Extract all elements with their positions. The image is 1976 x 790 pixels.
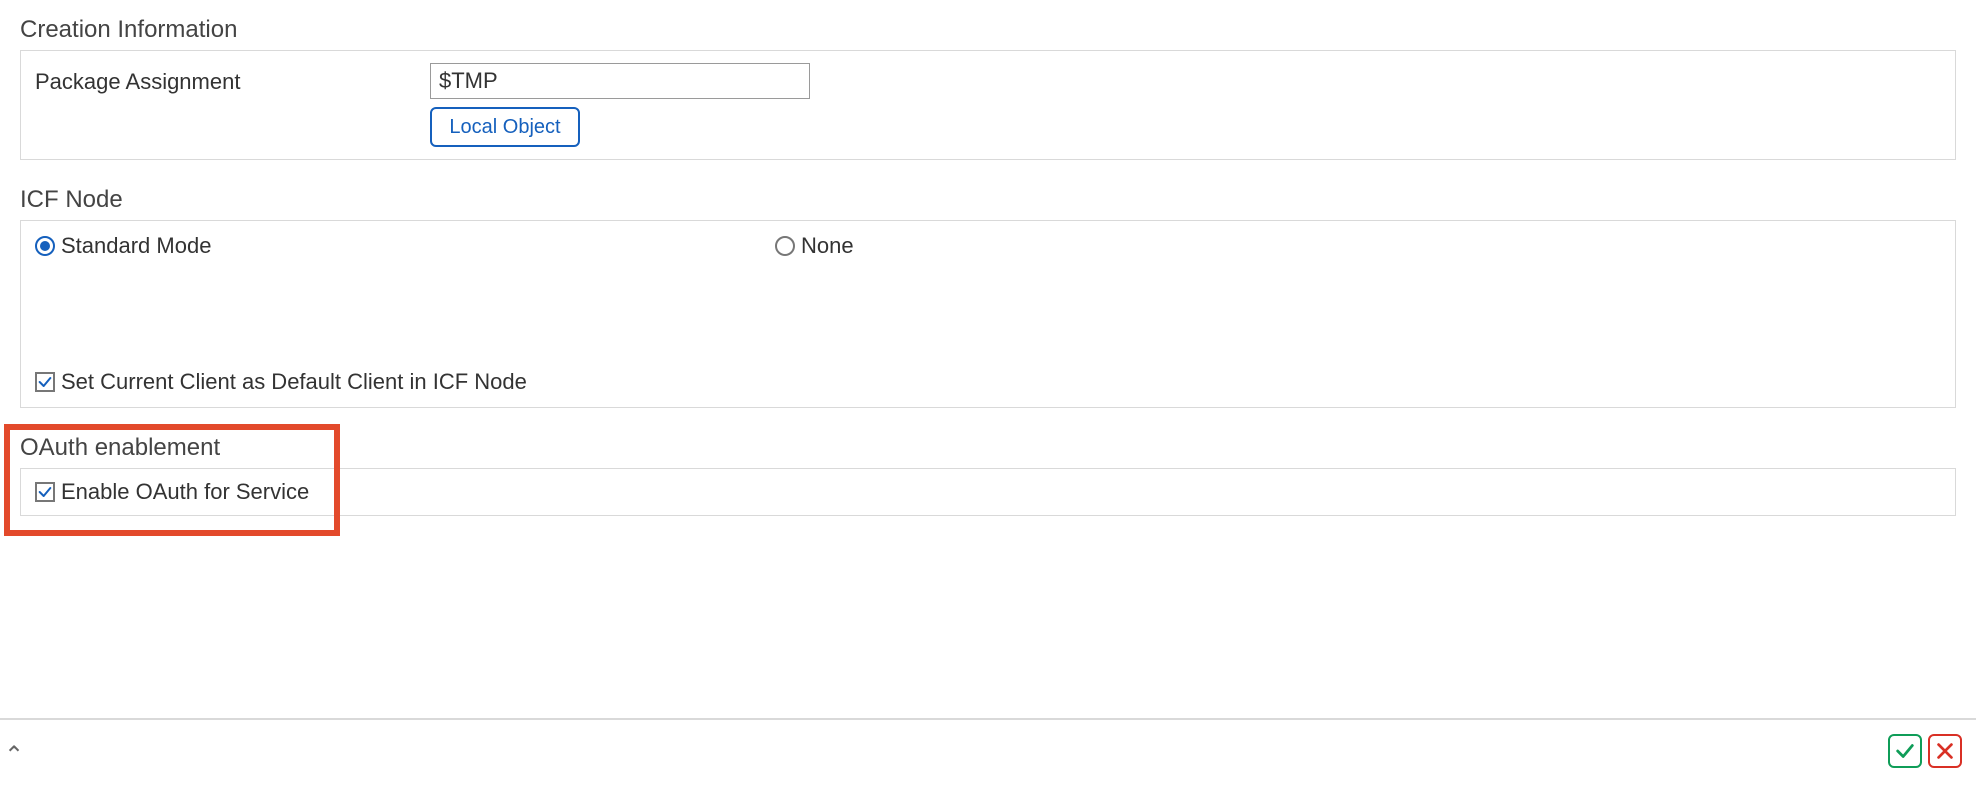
radio-selected-icon <box>35 236 55 256</box>
checkbox-checked-icon <box>35 372 55 392</box>
check-icon <box>1894 740 1916 762</box>
oauth-enablement-box: Enable OAuth for Service <box>20 468 1956 516</box>
none-label: None <box>801 233 854 259</box>
package-assignment-input[interactable] <box>430 63 810 99</box>
ok-button[interactable] <box>1888 734 1922 768</box>
icf-node-title: ICF Node <box>20 186 1956 214</box>
local-object-button[interactable]: Local Object <box>430 107 580 147</box>
checkbox-checked-icon <box>35 482 55 502</box>
enable-oauth-checkbox[interactable]: Enable OAuth for Service <box>35 479 1941 505</box>
enable-oauth-label: Enable OAuth for Service <box>61 479 309 505</box>
creation-information-title: Creation Information <box>20 16 1956 44</box>
cancel-button[interactable] <box>1928 734 1962 768</box>
icf-node-box: Standard Mode None Set Current Client as… <box>20 220 1956 408</box>
close-icon <box>1934 740 1956 762</box>
default-client-label: Set Current Client as Default Client in … <box>61 369 527 395</box>
caret-indicator: ⌃ <box>4 741 24 770</box>
oauth-enablement-title: OAuth enablement <box>20 434 1956 462</box>
radio-unselected-icon <box>775 236 795 256</box>
creation-information-box: Package Assignment Local Object <box>20 50 1956 160</box>
footer-divider <box>0 718 1976 720</box>
package-assignment-label: Package Assignment <box>35 63 430 95</box>
default-client-checkbox[interactable]: Set Current Client as Default Client in … <box>35 369 1941 395</box>
standard-mode-label: Standard Mode <box>61 233 211 259</box>
none-radio[interactable]: None <box>775 233 854 259</box>
standard-mode-radio[interactable]: Standard Mode <box>35 233 775 259</box>
